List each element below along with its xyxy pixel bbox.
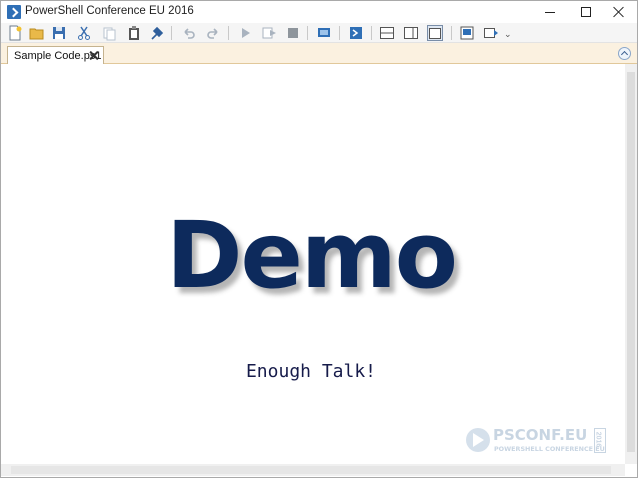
- powershell-icon: [7, 5, 21, 19]
- toolbar-separator: [228, 26, 229, 40]
- script-editor[interactable]: Demo Enough Talk!: [1, 64, 625, 464]
- show-script-pane-right-icon[interactable]: [403, 25, 419, 41]
- run-selection-icon[interactable]: [261, 25, 277, 41]
- demo-heading: Demo: [166, 202, 458, 309]
- new-remote-tab-icon[interactable]: [316, 25, 332, 41]
- maximize-icon: [581, 7, 591, 17]
- watermark-title: PSCONF.EU: [493, 426, 588, 444]
- show-script-pane-maximized-icon[interactable]: [427, 25, 443, 41]
- close-icon: [613, 6, 625, 18]
- toolbar-separator: [307, 26, 308, 40]
- vertical-scrollbar[interactable]: [625, 64, 637, 464]
- undo-icon[interactable]: [181, 25, 197, 41]
- title-bar[interactable]: PowerShell Conference EU 2016: [1, 1, 637, 23]
- close-icon[interactable]: [88, 50, 99, 61]
- stop-icon[interactable]: [285, 25, 301, 41]
- ise-window: PowerShell Conference EU 2016 ⌄ Sample C…: [0, 0, 638, 478]
- watermark-year: 2016: [594, 431, 602, 448]
- tab-strip: Sample Code.ps1: [1, 43, 637, 65]
- minimize-button[interactable]: [532, 1, 568, 23]
- horizontal-scrollbar[interactable]: [1, 464, 625, 476]
- vertical-scroll-thumb[interactable]: [627, 72, 635, 452]
- show-command-window-icon[interactable]: [459, 25, 475, 41]
- close-window-button[interactable]: [601, 1, 637, 23]
- save-icon[interactable]: [51, 25, 67, 41]
- minimize-icon: [545, 11, 555, 13]
- copy-icon[interactable]: [101, 25, 117, 41]
- redo-icon[interactable]: [205, 25, 221, 41]
- paste-icon[interactable]: [126, 25, 142, 41]
- tab-sample-code[interactable]: Sample Code.ps1: [7, 46, 104, 65]
- maximize-button[interactable]: [568, 1, 604, 23]
- demo-subheading: Enough Talk!: [245, 361, 377, 382]
- horizontal-scroll-thumb[interactable]: [11, 466, 611, 474]
- new-file-icon[interactable]: [7, 25, 23, 41]
- show-command-addon-icon[interactable]: [483, 25, 499, 41]
- show-script-pane-top-icon[interactable]: [379, 25, 395, 41]
- run-script-icon[interactable]: [237, 25, 253, 41]
- window-title: PowerShell Conference EU 2016: [25, 5, 194, 17]
- toolbar-separator: [371, 26, 372, 40]
- start-powershell-icon[interactable]: [348, 25, 364, 41]
- toolbar: ⌄: [1, 23, 637, 43]
- toolbar-separator: [451, 26, 452, 40]
- psconf-watermark: PSCONF.EU POWERSHELL CONFERENCE EU 2016: [466, 425, 611, 459]
- watermark-subtitle: POWERSHELL CONFERENCE EU: [494, 445, 605, 453]
- clear-console-icon[interactable]: [149, 25, 165, 41]
- open-folder-icon[interactable]: [29, 25, 45, 41]
- toolbar-separator: [171, 26, 172, 40]
- toolbar-separator: [339, 26, 340, 40]
- watermark-year-box: 2016: [594, 428, 606, 453]
- collapse-script-pane-icon[interactable]: [618, 47, 631, 60]
- cut-icon[interactable]: [76, 25, 92, 41]
- psconf-logo-icon: [466, 428, 490, 452]
